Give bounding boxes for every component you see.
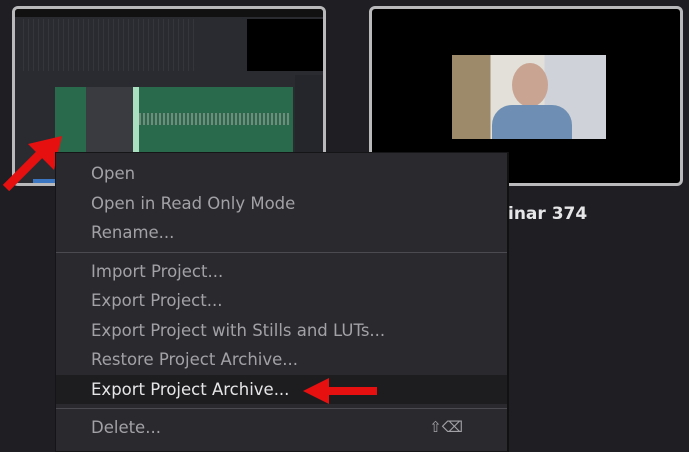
annotation-arrow-icon	[303, 378, 377, 404]
webcam-image	[452, 55, 606, 139]
person-shirt	[492, 105, 572, 139]
track-gap	[86, 87, 134, 153]
project-title-2[interactable]: inar 374	[508, 204, 587, 224]
menu-item-export-with-stills[interactable]: Export Project with Stills and LUTs...	[56, 316, 507, 346]
viewer-preview	[247, 19, 323, 71]
person-head	[512, 63, 548, 107]
menu-item-rename[interactable]: Rename...	[56, 218, 507, 248]
menu-item-delete-label: Delete...	[91, 418, 161, 437]
app-menubar-preview	[15, 9, 323, 17]
shift-delete-shortcut-icon: ⇧⌫	[429, 418, 463, 436]
menu-item-export-archive[interactable]: Export Project Archive...	[56, 374, 507, 404]
menu-separator	[56, 408, 507, 409]
menu-item-open-read-only[interactable]: Open in Read Only Mode	[56, 189, 507, 219]
context-menu: Open Open in Read Only Mode Rename... Im…	[55, 152, 509, 452]
menu-item-restore-archive[interactable]: Restore Project Archive...	[56, 345, 507, 375]
menu-item-open[interactable]: Open	[56, 159, 507, 189]
menu-item-delete[interactable]: Delete... ⇧⌫	[56, 413, 507, 443]
meters-preview	[19, 19, 195, 71]
menu-item-export-project[interactable]: Export Project...	[56, 286, 507, 316]
waveform	[139, 113, 289, 125]
menu-separator	[56, 251, 507, 253]
menu-item-import-project[interactable]: Import Project...	[56, 257, 507, 287]
